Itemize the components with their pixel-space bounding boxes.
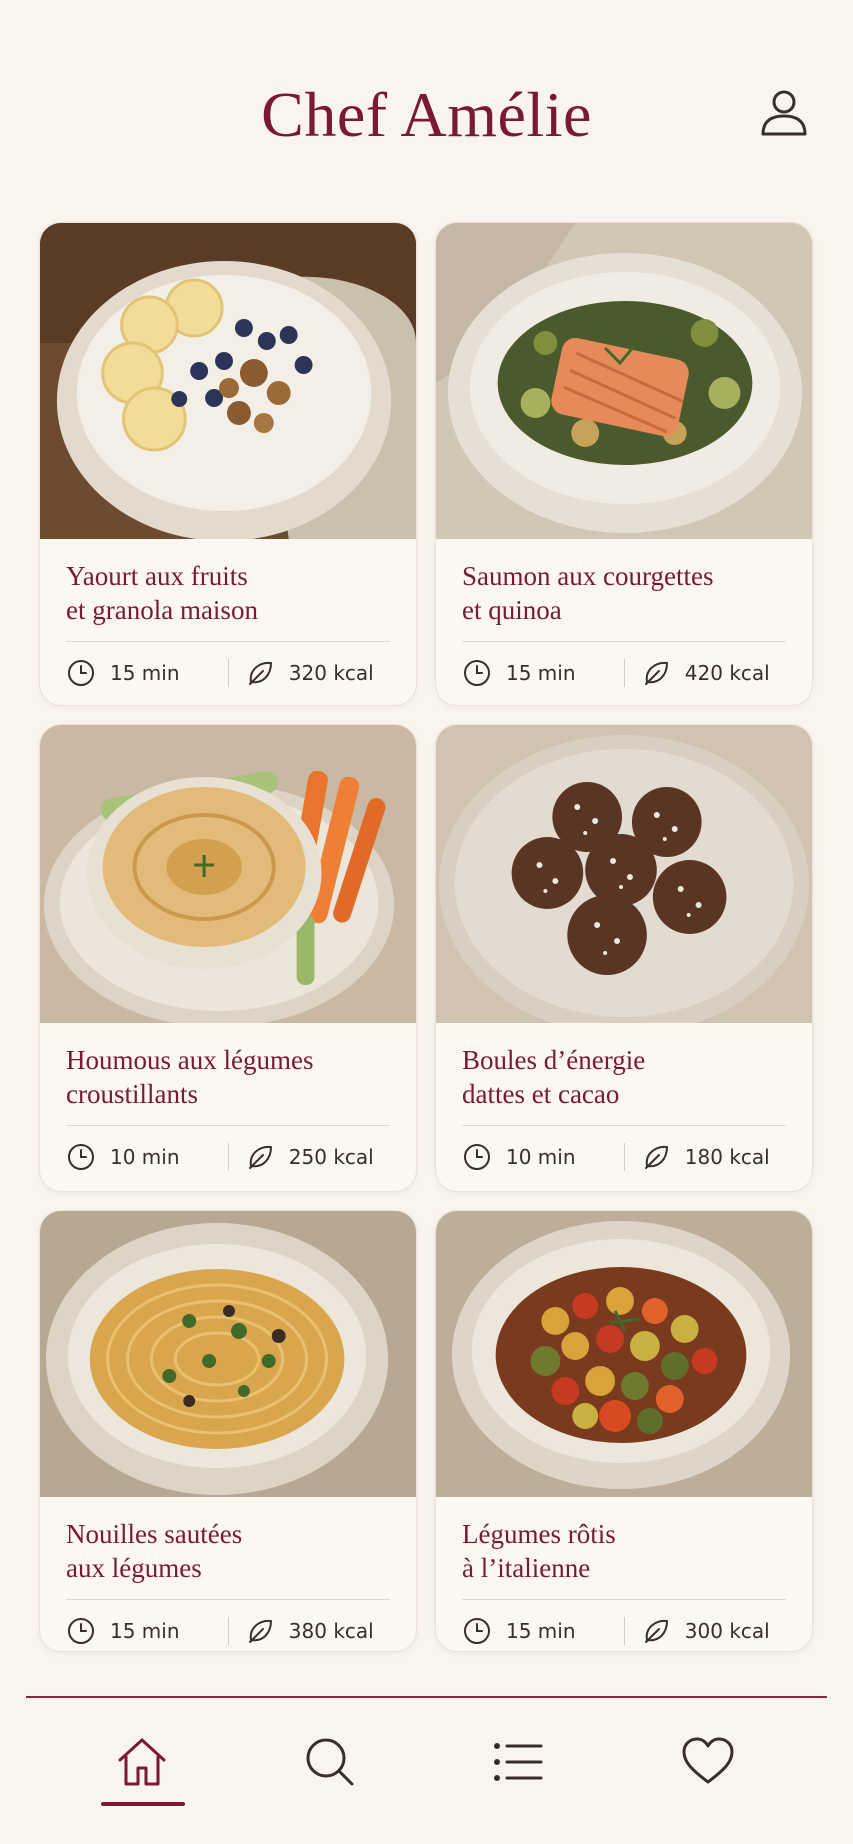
nav-favorites[interactable]: [663, 1734, 753, 1824]
recipe-title: Saumon aux courgettes et quinoa: [462, 561, 714, 625]
recipe-title: Légumes rôtis à l’italienne: [462, 1519, 616, 1583]
leaf-icon: [644, 1619, 668, 1643]
leaf-icon: [248, 1619, 272, 1643]
search-icon: [306, 1738, 354, 1786]
recipe-time: 10 min: [110, 1145, 180, 1169]
recipe-card[interactable]: Boules d’énergie dattes et cacao 10 min …: [435, 724, 813, 1192]
recipe-time: 15 min: [506, 661, 576, 685]
home-icon: [118, 1738, 166, 1786]
clock-icon: [68, 1144, 94, 1170]
nav-active-indicator: [101, 1802, 185, 1806]
recipe-meta: 10 min 250 kcal: [66, 1126, 390, 1188]
recipe-meta: 15 min 300 kcal: [462, 1600, 786, 1651]
recipe-meta: 15 min 420 kcal: [462, 642, 786, 704]
nav-home[interactable]: [97, 1734, 187, 1824]
recipe-calories: 250 kcal: [288, 1145, 374, 1169]
recipe-grid: Yaourt aux fruits et granola maison 15 m…: [39, 222, 813, 1652]
recipe-time: 10 min: [506, 1145, 576, 1169]
recipe-calories: 380 kcal: [288, 1619, 374, 1643]
recipe-meta: 10 min 180 kcal: [462, 1126, 786, 1188]
recipe-photo-salmon-plate: [436, 223, 812, 539]
recipe-calories: 180 kcal: [684, 1145, 770, 1169]
recipe-card[interactable]: Saumon aux courgettes et quinoa 15 min 4…: [435, 222, 813, 706]
recipe-photo-yogurt-bowl: [40, 223, 416, 539]
recipe-time: 15 min: [110, 661, 180, 685]
recipe-photo-hummus-plate: [40, 725, 416, 1023]
profile-button[interactable]: [756, 84, 812, 140]
clock-icon: [68, 1618, 94, 1644]
recipe-meta: 15 min 380 kcal: [66, 1600, 390, 1651]
recipe-photo-noodle-bowl: [40, 1211, 416, 1497]
nav-list[interactable]: [472, 1734, 562, 1824]
recipe-card[interactable]: Légumes rôtis à l’italienne 15 min 300 k…: [435, 1210, 813, 1652]
nav-search[interactable]: [285, 1734, 375, 1824]
leaf-icon: [644, 1145, 668, 1169]
clock-icon: [464, 1618, 490, 1644]
leaf-icon: [644, 661, 668, 685]
recipe-meta: 15 min 320 kcal: [66, 642, 390, 704]
clock-icon: [464, 1144, 490, 1170]
recipe-calories: 320 kcal: [288, 661, 374, 685]
recipe-title: Yaourt aux fruits et granola maison: [66, 561, 258, 625]
recipe-card[interactable]: Nouilles sautées aux légumes 15 min 380 …: [39, 1210, 417, 1652]
leaf-icon: [248, 1145, 272, 1169]
recipe-title: Nouilles sautées aux légumes: [66, 1519, 243, 1583]
app-title: Chef Amélie: [261, 79, 592, 150]
recipe-calories: 420 kcal: [684, 661, 770, 685]
clock-icon: [464, 660, 490, 686]
recipe-title: Houmous aux légumes croustillants: [66, 1045, 314, 1109]
recipe-card[interactable]: Yaourt aux fruits et granola maison 15 m…: [39, 222, 417, 706]
recipe-photo-energy-balls: [436, 725, 812, 1023]
clock-icon: [68, 660, 94, 686]
bottom-nav: [0, 1698, 853, 1844]
heart-icon: [682, 1737, 734, 1784]
recipe-photo-roasted-vegetables: [436, 1211, 812, 1497]
leaf-icon: [248, 661, 272, 685]
recipe-calories: 300 kcal: [684, 1619, 770, 1643]
recipe-time: 15 min: [506, 1619, 576, 1643]
app-header: Chef Amélie: [0, 0, 853, 200]
list-icon: [494, 1743, 543, 1781]
recipe-card[interactable]: Houmous aux légumes croustillants 10 min…: [39, 724, 417, 1192]
user-icon: [761, 90, 807, 136]
recipe-title: Boules d’énergie dattes et cacao: [462, 1045, 646, 1109]
recipe-time: 15 min: [110, 1619, 180, 1643]
